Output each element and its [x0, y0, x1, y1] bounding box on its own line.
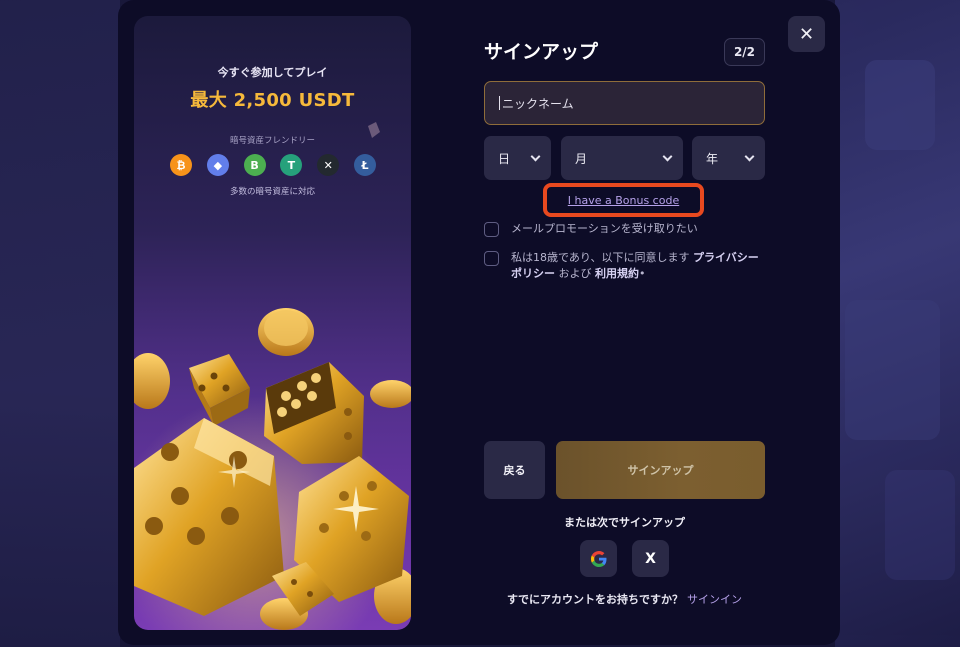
xrp-icon: ✕ — [317, 154, 340, 176]
back-button[interactable]: 戻る — [484, 441, 545, 499]
bonus-code-link[interactable]: I have a Bonus code — [568, 194, 679, 207]
background-right — [835, 0, 960, 647]
nickname-input[interactable]: ニックネーム — [484, 81, 765, 125]
promo-subtitle: 今すぐ参加してプレイ — [217, 66, 328, 79]
page-title: サインアップ — [484, 41, 599, 63]
day-select-label: 日 — [498, 151, 511, 166]
and-text: および — [555, 267, 595, 280]
signin-link[interactable]: サインイン — [687, 593, 742, 606]
background-left — [0, 0, 120, 647]
day-select[interactable]: 日 — [484, 136, 551, 180]
chevron-down-icon — [744, 151, 755, 161]
crypto-label: 暗号資産フレンドリー — [229, 136, 315, 146]
month-select[interactable]: 月 — [561, 136, 683, 180]
email-promo-checkbox[interactable] — [484, 222, 499, 237]
step-indicator: 2/2 — [724, 38, 765, 66]
crypto-sub-label: 多数の暗号資産に対応 — [229, 187, 315, 197]
litecoin-icon: Ł — [353, 154, 376, 176]
email-promo-row: メールプロモーションを受け取りたい — [484, 221, 698, 237]
tether-icon: T — [280, 154, 303, 176]
x-icon: X — [645, 550, 656, 567]
chevron-down-icon — [662, 151, 673, 161]
have-account-text: すでにアカウントをお持ちですか？ — [506, 593, 684, 606]
nickname-placeholder: ニックネーム — [502, 96, 574, 111]
age-terms-checkbox[interactable] — [484, 251, 499, 266]
terms-suffix: • — [639, 267, 646, 280]
have-account-row: すでにアカウントをお持ちですか？ サインイン — [484, 591, 765, 607]
x-signup-button[interactable]: X — [632, 540, 669, 577]
age-terms-row: 私は18歳であり、以下に同意します プライバシーポリシー および 利用規約• — [484, 250, 765, 282]
google-icon — [590, 550, 606, 567]
bitcoin-icon: ₿ — [170, 154, 192, 176]
year-select-label: 年 — [706, 151, 719, 166]
signup-button[interactable]: サインアップ — [556, 441, 765, 499]
age-terms-text: 私は18歳であり、以下に同意します — [511, 251, 693, 264]
promo-panel: 今すぐ参加してプレイ 最大 2,500 USDT 暗号資産フレンドリー ₿ ◆ … — [134, 16, 411, 630]
year-select[interactable]: 年 — [692, 136, 765, 180]
month-select-label: 月 — [575, 151, 588, 166]
bonus-code-highlight: I have a Bonus code — [543, 183, 704, 217]
text-caret — [499, 96, 500, 110]
google-signup-button[interactable] — [580, 540, 617, 577]
close-icon: ✕ — [798, 23, 815, 45]
email-promo-label: メールプロモーションを受け取りたい — [511, 222, 698, 235]
terms-link[interactable]: 利用規約 — [595, 267, 639, 280]
close-button[interactable]: ✕ — [788, 16, 825, 52]
crypto-icons: ₿ ◆ B T ✕ Ł — [170, 154, 376, 176]
promo-headline: 最大 2,500 USDT — [190, 90, 355, 111]
age-terms-label: 私は18歳であり、以下に同意します プライバシーポリシー および 利用規約• — [511, 250, 765, 282]
ethereum-icon: ◆ — [206, 154, 229, 176]
or-signup-with: または次でサインアップ — [564, 516, 685, 529]
chevron-down-icon — [530, 151, 541, 161]
bnb-icon: B — [243, 154, 266, 176]
